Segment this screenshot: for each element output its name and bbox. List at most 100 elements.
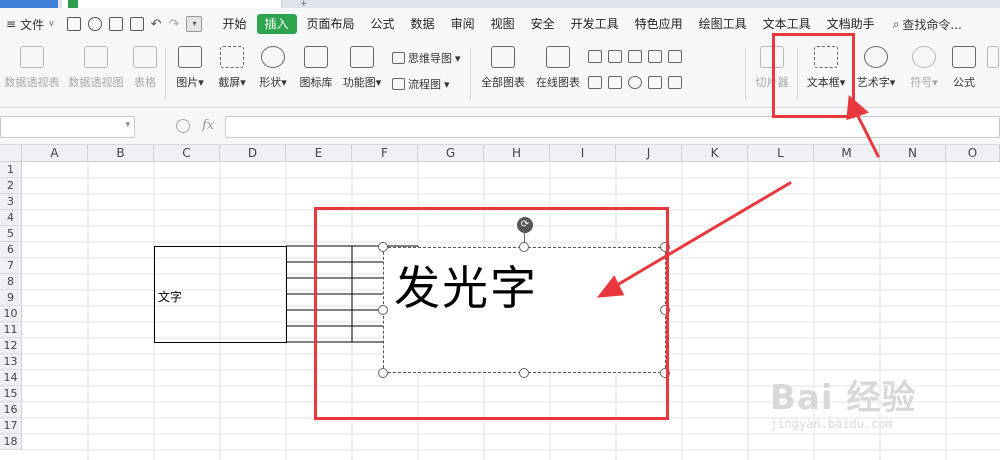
bar-chart-horizontal-icon[interactable]: [608, 50, 622, 63]
save-icon[interactable]: [66, 17, 81, 31]
redo-icon[interactable]: ↷: [169, 17, 180, 32]
new-tab-button[interactable]: +: [300, 0, 312, 9]
tab-special[interactable]: 特色应用: [627, 8, 691, 40]
watermark-main: Bai 经验: [770, 378, 917, 418]
mindmap-icon: [392, 52, 405, 64]
bubble-chart-icon[interactable]: [668, 76, 682, 89]
screenshot-button[interactable]: 截屏▾: [213, 46, 251, 90]
column-header-a[interactable]: A: [22, 145, 88, 162]
row-header-7[interactable]: 7: [0, 258, 22, 274]
column-header-j[interactable]: J: [616, 145, 682, 162]
row-header-14[interactable]: 14: [0, 370, 22, 386]
shapes-button[interactable]: 形状▾: [254, 46, 292, 90]
cell-text: 文字: [158, 290, 183, 304]
pivot-chart-button[interactable]: 数据透视图: [66, 46, 126, 90]
column-header-f[interactable]: F: [352, 145, 418, 162]
tab-developer[interactable]: 开发工具: [563, 8, 627, 40]
tab-insert[interactable]: 插入: [256, 14, 297, 34]
tab-review[interactable]: 审阅: [443, 8, 483, 40]
chevron-down-icon[interactable]: ▾: [125, 120, 130, 130]
column-header-g[interactable]: G: [418, 145, 484, 162]
picture-button[interactable]: 图片▾: [172, 46, 208, 90]
document-tab[interactable]: [62, 0, 282, 8]
fx-label[interactable]: fx: [202, 118, 214, 133]
column-header-l[interactable]: L: [748, 145, 814, 162]
bar-chart-icon: [491, 46, 515, 68]
column-header-c[interactable]: C: [154, 145, 220, 162]
radar-chart-icon[interactable]: [648, 50, 662, 63]
tab-formulas[interactable]: 公式: [363, 8, 403, 40]
row-header-5[interactable]: 5: [0, 226, 22, 242]
file-menu-label: 文件: [20, 17, 45, 32]
function-chart-button[interactable]: 功能图▾: [340, 46, 384, 90]
row-header-16[interactable]: 16: [0, 402, 22, 418]
row-header-3[interactable]: 3: [0, 194, 22, 210]
export-icon[interactable]: [87, 17, 102, 31]
tab-drawing-tools[interactable]: 绘图工具: [691, 8, 755, 40]
tab-security[interactable]: 安全: [523, 8, 563, 40]
column-header-d[interactable]: D: [220, 145, 286, 162]
picture-icon: [178, 46, 202, 68]
row-header-9[interactable]: 9: [0, 290, 22, 306]
column-header-b[interactable]: B: [88, 145, 154, 162]
undo-icon[interactable]: ↶: [151, 17, 162, 32]
more-button[interactable]: [986, 46, 1000, 74]
online-charts-button[interactable]: 在线图表: [534, 46, 582, 90]
icon-library-button[interactable]: 图标库: [297, 46, 335, 90]
scatter-chart-icon[interactable]: [648, 76, 662, 89]
column-chart-icon[interactable]: [588, 50, 602, 63]
combo-chart-icon[interactable]: [608, 76, 622, 89]
print-preview-icon[interactable]: [129, 17, 144, 31]
pivot-table-icon: [20, 46, 44, 68]
print-icon[interactable]: [108, 17, 123, 31]
all-charts-button[interactable]: 全部图表: [478, 46, 528, 90]
row-header-8[interactable]: 8: [0, 274, 22, 290]
file-menu[interactable]: ≡ 文件 ∨: [0, 8, 61, 40]
formula-button[interactable]: 公式: [948, 46, 980, 90]
column-header-n[interactable]: N: [880, 145, 946, 162]
home-tab[interactable]: [0, 0, 58, 8]
column-header-m[interactable]: M: [814, 145, 880, 162]
name-box[interactable]: ▾: [0, 116, 135, 138]
formula-input[interactable]: [225, 116, 1000, 138]
row-header-15[interactable]: 15: [0, 386, 22, 402]
tab-data[interactable]: 数据: [403, 8, 443, 40]
wordart-button[interactable]: 艺术字▾: [853, 46, 899, 90]
command-search[interactable]: ⌕ 查找命令...: [893, 16, 962, 33]
row-header-10[interactable]: 10: [0, 306, 22, 322]
zoom-icon[interactable]: [176, 119, 190, 133]
table-icon: [133, 46, 157, 68]
table-button[interactable]: 表格: [132, 46, 158, 90]
shapes-label: 形状▾: [259, 76, 287, 89]
select-all-corner[interactable]: [0, 145, 22, 162]
pivot-chart-icon: [84, 46, 108, 68]
column-header-e[interactable]: E: [286, 145, 352, 162]
symbol-button[interactable]: 符号▾: [906, 46, 942, 90]
column-header-h[interactable]: H: [484, 145, 550, 162]
pie-chart-icon[interactable]: [628, 76, 642, 89]
row-header-6[interactable]: 6: [0, 242, 22, 258]
column-header-i[interactable]: I: [550, 145, 616, 162]
pivot-table-button[interactable]: 数据透视表: [4, 46, 60, 90]
tab-start[interactable]: 开始: [214, 8, 254, 40]
line-chart-icon[interactable]: [628, 50, 642, 63]
row-header-13[interactable]: 13: [0, 354, 22, 370]
customize-toolbar-icon[interactable]: ▾: [186, 16, 203, 32]
mindmap-button[interactable]: 思维导图 ▾: [392, 50, 461, 66]
row-header-17[interactable]: 17: [0, 418, 22, 434]
search-icon: ⌕: [892, 16, 900, 31]
tab-view[interactable]: 视图: [483, 8, 523, 40]
row-header-12[interactable]: 12: [0, 338, 22, 354]
row-header-4[interactable]: 4: [0, 210, 22, 226]
column-header-o[interactable]: O: [946, 145, 1000, 162]
area-chart-icon[interactable]: [668, 50, 682, 63]
flowchart-button[interactable]: 流程图 ▾: [392, 76, 450, 92]
watermark-url: jingyan.baidu.com: [770, 417, 893, 431]
row-header-2[interactable]: 2: [0, 178, 22, 194]
stock-chart-icon[interactable]: [588, 76, 602, 89]
column-header-k[interactable]: K: [682, 145, 748, 162]
row-header-1[interactable]: 1: [0, 162, 22, 178]
row-header-18[interactable]: 18: [0, 434, 22, 450]
row-header-11[interactable]: 11: [0, 322, 22, 338]
tab-page-layout[interactable]: 页面布局: [299, 8, 363, 40]
